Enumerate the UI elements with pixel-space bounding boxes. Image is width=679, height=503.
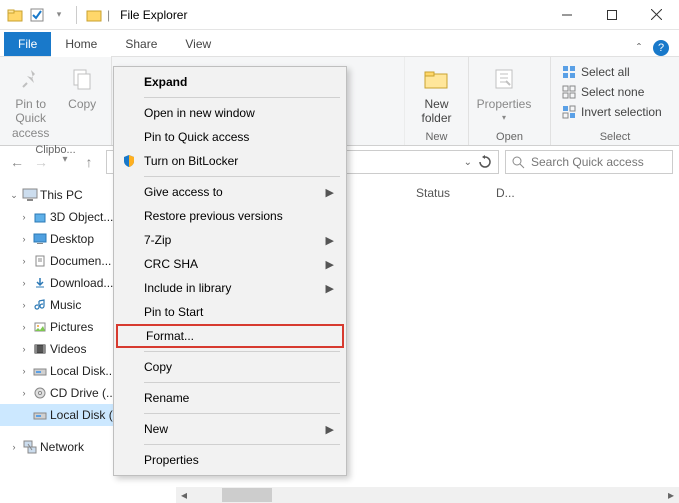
back-button[interactable]: ←	[6, 154, 28, 170]
refresh-icon[interactable]	[478, 155, 492, 169]
submenu-arrow-icon: ▶	[326, 423, 334, 436]
explorer-icon	[85, 6, 103, 24]
submenu-arrow-icon: ▶	[326, 186, 334, 199]
ctx-open-new-window[interactable]: Open in new window	[116, 101, 344, 125]
properties-button[interactable]: Properties ▾	[475, 61, 533, 125]
tab-view[interactable]: View	[171, 32, 225, 56]
shield-icon	[121, 153, 137, 169]
scroll-left-icon[interactable]: ◂	[176, 488, 192, 502]
context-menu: Expand Open in new window Pin to Quick a…	[113, 66, 347, 476]
ctx-expand[interactable]: Expand	[116, 70, 344, 94]
ctx-restore-versions[interactable]: Restore previous versions	[116, 204, 344, 228]
chevron-up-icon[interactable]: ˆ	[637, 41, 641, 55]
ribbon-tabs: File Home Share View ˆ ?	[0, 30, 679, 56]
drive-icon	[32, 407, 48, 423]
submenu-arrow-icon: ▶	[326, 258, 334, 271]
ctx-bitlocker[interactable]: Turn on BitLocker	[116, 149, 344, 173]
scroll-thumb[interactable]	[222, 488, 272, 502]
ctx-pin-quick-access[interactable]: Pin to Quick access	[116, 125, 344, 149]
search-input[interactable]: Search Quick access	[505, 150, 673, 174]
copy-icon	[66, 63, 98, 95]
close-button[interactable]	[634, 0, 679, 30]
forward-button[interactable]: →	[30, 154, 52, 170]
select-none-button[interactable]: Select none	[557, 83, 666, 101]
drive-icon	[32, 363, 48, 379]
ctx-crc-sha[interactable]: CRC SHA▶	[116, 252, 344, 276]
tab-file[interactable]: File	[4, 32, 51, 56]
search-icon	[512, 156, 525, 169]
horizontal-scrollbar[interactable]: ◂ ▸	[176, 487, 679, 503]
ctx-format[interactable]: Format...	[116, 324, 344, 348]
select-all-button[interactable]: Select all	[557, 63, 666, 81]
address-dropdown-icon[interactable]: ⌄	[464, 157, 472, 168]
recent-dropdown[interactable]: ▾	[54, 154, 76, 170]
maximize-button[interactable]	[589, 0, 634, 30]
tab-share[interactable]: Share	[111, 32, 171, 56]
scroll-right-icon[interactable]: ▸	[663, 488, 679, 502]
ctx-include-library[interactable]: Include in library▶	[116, 276, 344, 300]
new-folder-icon	[421, 63, 453, 95]
network-icon	[22, 439, 38, 455]
submenu-arrow-icon: ▶	[326, 282, 334, 295]
cd-icon	[32, 385, 48, 401]
window-title: File Explorer	[120, 8, 187, 22]
pc-icon	[22, 187, 38, 203]
invert-selection-icon	[561, 104, 577, 120]
submenu-arrow-icon: ▶	[326, 234, 334, 247]
ctx-copy[interactable]: Copy	[116, 355, 344, 379]
qat-save-icon[interactable]	[28, 6, 46, 24]
tab-home[interactable]: Home	[51, 32, 111, 56]
properties-icon	[488, 63, 520, 95]
minimize-button[interactable]	[544, 0, 589, 30]
copy-button[interactable]: Copy	[59, 61, 105, 113]
ctx-properties[interactable]: Properties	[116, 448, 344, 472]
folder-icon	[6, 6, 24, 24]
up-button[interactable]: ↑	[78, 154, 100, 170]
ctx-rename[interactable]: Rename	[116, 386, 344, 410]
ctx-pin-start[interactable]: Pin to Start	[116, 300, 344, 324]
select-none-icon	[561, 84, 577, 100]
title-bar: ▾ | File Explorer	[0, 0, 679, 30]
invert-selection-button[interactable]: Invert selection	[557, 103, 666, 121]
qat-dropdown-icon[interactable]: ▾	[50, 6, 68, 24]
ctx-give-access[interactable]: Give access to▶	[116, 180, 344, 204]
ctx-7zip[interactable]: 7-Zip▶	[116, 228, 344, 252]
ctx-new[interactable]: New▶	[116, 417, 344, 441]
pin-quick-access-button[interactable]: Pin to Quick access	[6, 61, 55, 142]
new-folder-button[interactable]: New folder	[411, 61, 462, 128]
pin-icon	[15, 63, 47, 95]
help-icon[interactable]: ?	[653, 40, 669, 56]
select-all-icon	[561, 64, 577, 80]
collapse-icon[interactable]: ⌄	[8, 190, 20, 201]
